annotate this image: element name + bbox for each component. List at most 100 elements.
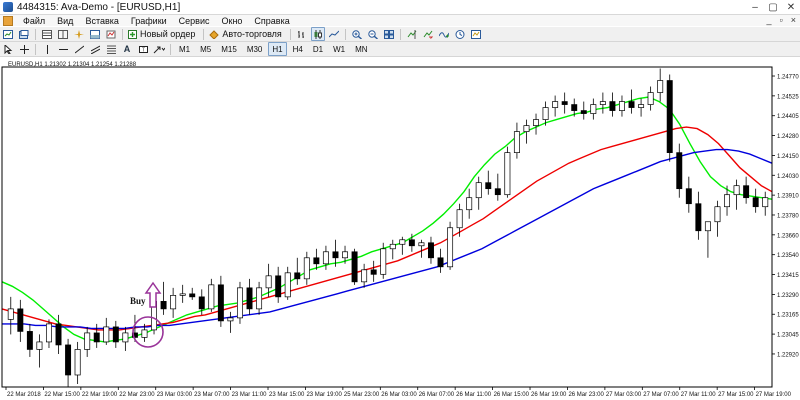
- new-chart-icon[interactable]: [1, 27, 15, 41]
- candlestick-icon[interactable]: [310, 27, 325, 41]
- candle-body: [45, 323, 52, 343]
- chart-shift-icon[interactable]: [405, 27, 419, 41]
- autoscroll-icon[interactable]: [421, 27, 435, 41]
- timeframe-m5[interactable]: M5: [196, 42, 215, 56]
- new-order-label: Новый ордер: [140, 29, 196, 39]
- time-tick-label: 27 Mar 15:00: [718, 392, 754, 398]
- time-tick-label: 23 Mar 11:00: [232, 392, 268, 398]
- strategy-tester-icon[interactable]: [104, 27, 118, 41]
- menu-view[interactable]: Вид: [51, 16, 79, 26]
- time-tick-label: 23 Mar 15:00: [269, 392, 305, 398]
- candle-body: [74, 349, 81, 376]
- window-title: 4484315: Ava-Demo - [EURUSD,H1]: [17, 1, 181, 13]
- timeframe-m30[interactable]: M30: [243, 42, 267, 56]
- candle-body: [303, 257, 310, 280]
- cursor-icon[interactable]: [1, 42, 15, 56]
- candle-body: [542, 107, 549, 120]
- price-tick-label: 1.22920: [777, 352, 799, 358]
- price-tick-label: 1.24280: [777, 134, 799, 140]
- timeframe-m1[interactable]: M1: [175, 42, 194, 56]
- candle-body: [504, 152, 511, 196]
- auto-trading-button[interactable]: Авто-торговля: [208, 27, 285, 41]
- terminal-icon[interactable]: [88, 27, 102, 41]
- mdi-close-button[interactable]: ×: [791, 15, 796, 25]
- candle-body: [456, 209, 463, 229]
- periods-icon[interactable]: [453, 27, 467, 41]
- close-button[interactable]: ✕: [782, 0, 800, 14]
- candle-body: [256, 287, 263, 310]
- maximize-button[interactable]: ▢: [764, 0, 782, 14]
- templates-icon[interactable]: [469, 27, 483, 41]
- timeframe-d1[interactable]: D1: [309, 42, 327, 56]
- time-tick-label: 23 Mar 19:00: [306, 392, 342, 398]
- line-chart-icon[interactable]: [327, 27, 341, 41]
- menu-insert[interactable]: Вставка: [79, 16, 124, 26]
- data-window-icon[interactable]: [56, 27, 70, 41]
- mdi-minimize-button[interactable]: _: [767, 15, 772, 25]
- zoom-out-icon[interactable]: [366, 27, 380, 41]
- candle-body: [513, 131, 520, 153]
- menu-charts[interactable]: Графики: [125, 16, 173, 26]
- zoom-in-icon[interactable]: [350, 27, 364, 41]
- mdi-controls: _ ▫ ×: [767, 15, 796, 25]
- candle-body: [170, 295, 177, 310]
- candle-body: [695, 203, 702, 232]
- line-studies-toolbar: A T M1 M5 M15 M30 H1 H4 D1 W1 MN: [0, 42, 800, 57]
- mdi-restore-button[interactable]: ▫: [780, 15, 783, 25]
- time-tick-label: 22 Mar 2018: [7, 392, 41, 398]
- price-tick-label: 1.23910: [777, 194, 799, 200]
- candle-body: [93, 332, 100, 343]
- minimize-button[interactable]: –: [746, 0, 764, 14]
- timeframe-h4[interactable]: H4: [289, 42, 307, 56]
- price-axis[interactable]: 1.24770 1.24525 1.24405 1.24280 1.24150 1.240…: [772, 75, 799, 359]
- timeframe-m15[interactable]: M15: [217, 42, 241, 56]
- timeframe-h1[interactable]: H1: [268, 42, 287, 56]
- document-icon[interactable]: [3, 15, 13, 26]
- candle-body: [618, 101, 625, 111]
- text-label-icon[interactable]: T: [136, 42, 150, 56]
- trendline-icon[interactable]: [72, 42, 86, 56]
- time-tick-label: 27 Mar 19:00: [756, 392, 792, 398]
- toolbar-separator: [170, 43, 171, 55]
- price-chart[interactable]: Buy EURUSD,H1 1.21302 1.21304 1.21254 1.…: [0, 57, 800, 400]
- equidistant-channel-icon[interactable]: [88, 42, 102, 56]
- arrows-icon[interactable]: [152, 42, 166, 56]
- market-watch-icon[interactable]: [40, 27, 54, 41]
- candle-body: [17, 308, 24, 332]
- menu-help[interactable]: Справка: [248, 16, 295, 26]
- candle-body: [275, 275, 282, 298]
- navigator-icon[interactable]: [72, 27, 86, 41]
- vertical-line-icon[interactable]: [40, 42, 54, 56]
- window-controls: – ▢ ✕: [746, 0, 800, 14]
- auto-trading-icon: [209, 29, 220, 39]
- tile-windows-icon[interactable]: [382, 27, 396, 41]
- candle-body: [179, 293, 186, 296]
- candle-body: [65, 344, 72, 376]
- time-tick-label: 27 Mar 07:00: [643, 392, 679, 398]
- time-tick-label: 26 Mar 23:00: [568, 392, 604, 398]
- candle-body: [408, 239, 415, 247]
- horizontal-line-icon[interactable]: [56, 42, 70, 56]
- candle-body: [294, 272, 301, 280]
- timeframe-w1[interactable]: W1: [329, 42, 349, 56]
- candle-body: [533, 119, 540, 126]
- text-tool-icon[interactable]: A: [120, 42, 134, 56]
- candle-body: [313, 257, 320, 265]
- timeframe-mn[interactable]: MN: [351, 42, 371, 56]
- new-order-button[interactable]: Новый ордер: [127, 27, 199, 41]
- price-tick-label: 1.24405: [777, 114, 799, 120]
- bar-chart-icon[interactable]: [295, 27, 309, 41]
- menu-window[interactable]: Окно: [216, 16, 249, 26]
- menu-file[interactable]: Файл: [17, 16, 51, 26]
- crosshair-icon[interactable]: [17, 42, 31, 56]
- profiles-icon[interactable]: [17, 27, 31, 41]
- price-tick-label: 1.24150: [777, 154, 799, 160]
- app-icon: [3, 2, 13, 12]
- menu-tools[interactable]: Сервис: [173, 16, 216, 26]
- candle-body: [36, 341, 43, 350]
- fibonacci-icon[interactable]: [104, 42, 118, 56]
- toolbar-separator: [289, 28, 291, 40]
- chart-window[interactable]: Buy EURUSD,H1 1.21302 1.21304 1.21254 1.…: [0, 57, 800, 400]
- candle-body: [552, 101, 559, 108]
- indicators-icon[interactable]: [437, 27, 451, 41]
